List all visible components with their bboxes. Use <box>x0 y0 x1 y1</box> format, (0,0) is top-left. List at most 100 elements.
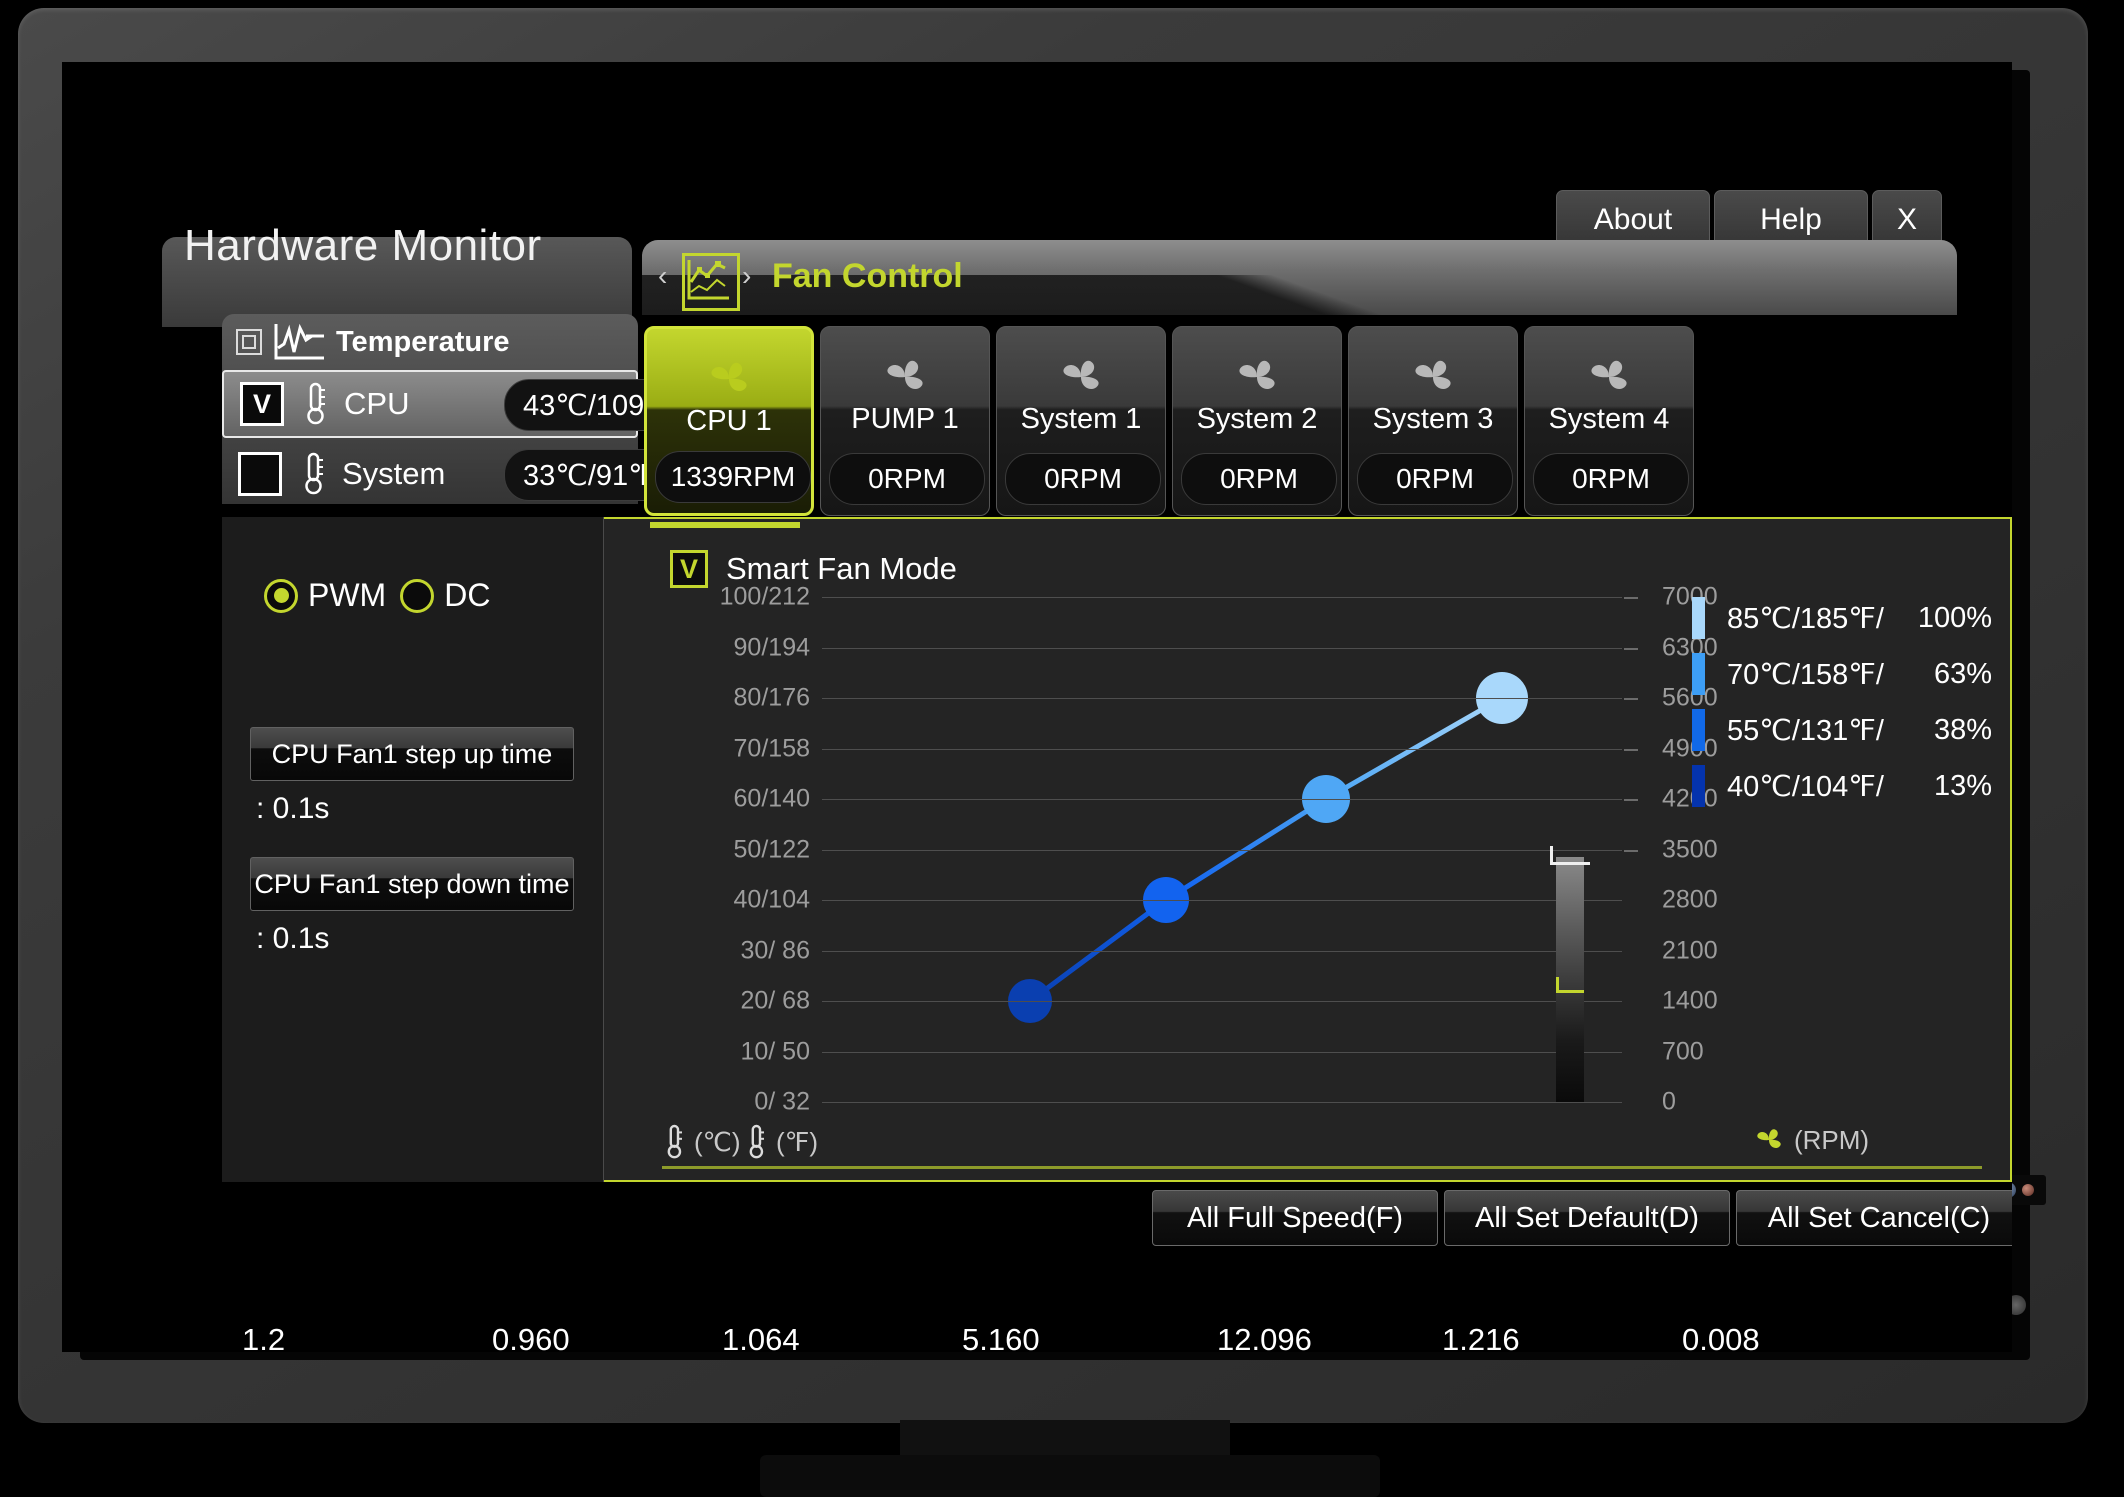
y-axis-right-tick: 2800 <box>1662 885 1718 914</box>
chart-footer-divider <box>662 1166 1982 1169</box>
y-axis-left-tick: 20/ 68 <box>740 986 810 1015</box>
smart-fan-mode-checkbox[interactable]: V <box>670 550 708 588</box>
fan-tab-system-2[interactable]: System 2 0RPM <box>1172 326 1342 516</box>
step-down-time-value: : 0.1s <box>256 922 330 955</box>
legend-temperature: 55℃/131℉/ <box>1727 714 1884 747</box>
rpm-max-tick <box>1550 846 1553 864</box>
legend-swatch <box>1692 653 1705 695</box>
fan-tab-strip: CPU 1 1339RPM PUMP 1 0RPM System 1 0RPM Sys… <box>644 326 1694 516</box>
all-full-speed-button[interactable]: All Full Speed(F) <box>1152 1190 1438 1246</box>
fahrenheit-legend: (℉) <box>744 1124 818 1160</box>
fan-rpm-value: 1339RPM <box>655 451 811 503</box>
y-axis-left-tick: 40/104 <box>733 885 810 914</box>
step-up-time-button[interactable]: CPU Fan1 step up time <box>250 727 574 781</box>
chart-gridline <box>822 1102 1622 1103</box>
thermometer-icon <box>298 452 328 496</box>
y-axis-right-tick: 0 <box>1662 1087 1676 1116</box>
y-axis-right-tickmark <box>1624 849 1638 852</box>
y-axis-left-tick: 50/122 <box>733 835 810 863</box>
y-axis-left-tick: 80/176 <box>733 683 810 712</box>
rpm-current-tick <box>1556 977 1559 993</box>
y-axis-right-tickmark <box>1624 748 1638 751</box>
fan-icon <box>1757 1129 1781 1148</box>
system-checkbox[interactable] <box>238 452 282 496</box>
fahrenheit-label: (℉) <box>776 1126 819 1157</box>
voltage-value: 1.064 <box>722 1322 800 1352</box>
chart-icon <box>682 253 740 311</box>
active-tab-underline <box>650 522 800 528</box>
pwm-radio[interactable] <box>264 578 298 613</box>
rpm-max-marker <box>1550 862 1590 865</box>
fan-tab-cpu-1[interactable]: CPU 1 1339RPM <box>644 326 814 516</box>
thermometer-icon <box>749 1124 764 1159</box>
breadcrumb-next-icon[interactable]: › <box>742 260 751 292</box>
breadcrumb-prev-icon[interactable]: ‹ <box>658 260 667 292</box>
temperature-header-label: Temperature <box>336 325 510 358</box>
smart-fan-mode-label: Smart Fan Mode <box>726 551 957 586</box>
celsius-label: (℃) <box>694 1126 741 1157</box>
all-set-cancel-button[interactable]: All Set Cancel(C) <box>1736 1190 2012 1246</box>
fan-icon <box>702 355 756 403</box>
legend-swatch <box>1692 597 1705 639</box>
breadcrumb-title: Fan Control <box>772 257 963 295</box>
y-axis-right-tick: 3500 <box>1662 835 1718 863</box>
fan-options-column: PWM DC CPU Fan1 step up time : 0.1s CPU … <box>222 517 604 1182</box>
smart-fan-mode-row[interactable]: V Smart Fan Mode <box>670 550 957 588</box>
rpm-legend: (RPM) <box>1752 1124 1869 1156</box>
fan-rpm-value: 0RPM <box>1181 453 1337 505</box>
cpu-label: CPU <box>344 386 410 421</box>
fan-icon <box>1582 353 1636 401</box>
legend-temperature: 70℃/158℉/ <box>1727 658 1884 691</box>
page-title: Hardware Monitor <box>184 221 542 270</box>
fan-tab-system-1[interactable]: System 1 0RPM <box>996 326 1166 516</box>
fan-icon <box>878 353 932 401</box>
fan-tab-label: PUMP 1 <box>851 403 959 435</box>
fan-tab-label: System 3 <box>1372 403 1494 435</box>
legend-temperature: 40℃/104℉/ <box>1727 770 1884 803</box>
voltage-value: 0.008 <box>1682 1322 1760 1352</box>
y-axis-left-tick: 90/194 <box>733 633 810 661</box>
y-axis-right-tickmark <box>1624 799 1638 801</box>
fan-curve-legend: 85℃/185℉/ 100% 70℃/158℉/ 63% 55℃/131℉/ 38% 40℃… <box>1692 590 1992 814</box>
legend-percent: 100% <box>1917 601 1992 634</box>
y-axis-left-tick: 10/ 50 <box>740 1037 810 1065</box>
legend-row: 40℃/104℉/ 13% <box>1692 758 1992 814</box>
step-down-time-button[interactable]: CPU Fan1 step down time <box>250 857 574 911</box>
fan-tab-pump-1[interactable]: PUMP 1 0RPM <box>820 326 990 516</box>
legend-temperature: 85℃/185℉/ <box>1727 602 1884 635</box>
waveform-icon <box>272 322 326 362</box>
y-axis-right-tickmark <box>1624 597 1638 599</box>
legend-swatch <box>1692 709 1705 751</box>
dc-radio[interactable] <box>400 578 435 613</box>
y-axis-right-tickmark <box>1624 698 1638 700</box>
legend-swatch <box>1692 765 1705 807</box>
chart-gridline <box>822 1001 1622 1002</box>
fan-icon <box>1406 353 1460 401</box>
voltage-value: 5.160 <box>962 1322 1040 1352</box>
y-axis-right-tick: 700 <box>1662 1037 1704 1065</box>
fan-tab-system-4[interactable]: System 4 0RPM <box>1524 326 1694 516</box>
breadcrumb: ‹ › Fan Control <box>642 240 1957 315</box>
fan-curve-chart: 100/212 7000 90/194 6300 80/176 5600 70/158 490… <box>662 583 1718 1116</box>
dc-label: DC <box>444 577 491 613</box>
fan-icon <box>1230 353 1284 401</box>
chart-gridline <box>822 799 1622 800</box>
rpm-gradient-indicator <box>1556 857 1584 1102</box>
system-label: System <box>342 456 446 491</box>
fan-rpm-value: 0RPM <box>829 453 985 505</box>
rpm-current-marker <box>1556 990 1584 993</box>
fan-tab-system-3[interactable]: System 3 0RPM <box>1348 326 1518 516</box>
rpm-label: (RPM) <box>1794 1124 1870 1155</box>
legend-percent: 38% <box>1933 713 1992 746</box>
fan-rpm-value: 0RPM <box>1005 453 1161 505</box>
chart-gridline <box>822 900 1622 901</box>
cpu-checkbox[interactable]: V <box>240 382 284 426</box>
thermometer-icon <box>667 1124 682 1159</box>
temperature-header-checkbox[interactable] <box>236 329 262 355</box>
step-up-time-value: : 0.1s <box>256 792 330 825</box>
legend-percent: 13% <box>1933 769 1992 802</box>
chart-gridline <box>822 849 1622 851</box>
all-set-default-button[interactable]: All Set Default(D) <box>1444 1190 1730 1246</box>
y-axis-right-tick: 2100 <box>1662 936 1718 964</box>
fan-rpm-value: 0RPM <box>1357 453 1513 505</box>
